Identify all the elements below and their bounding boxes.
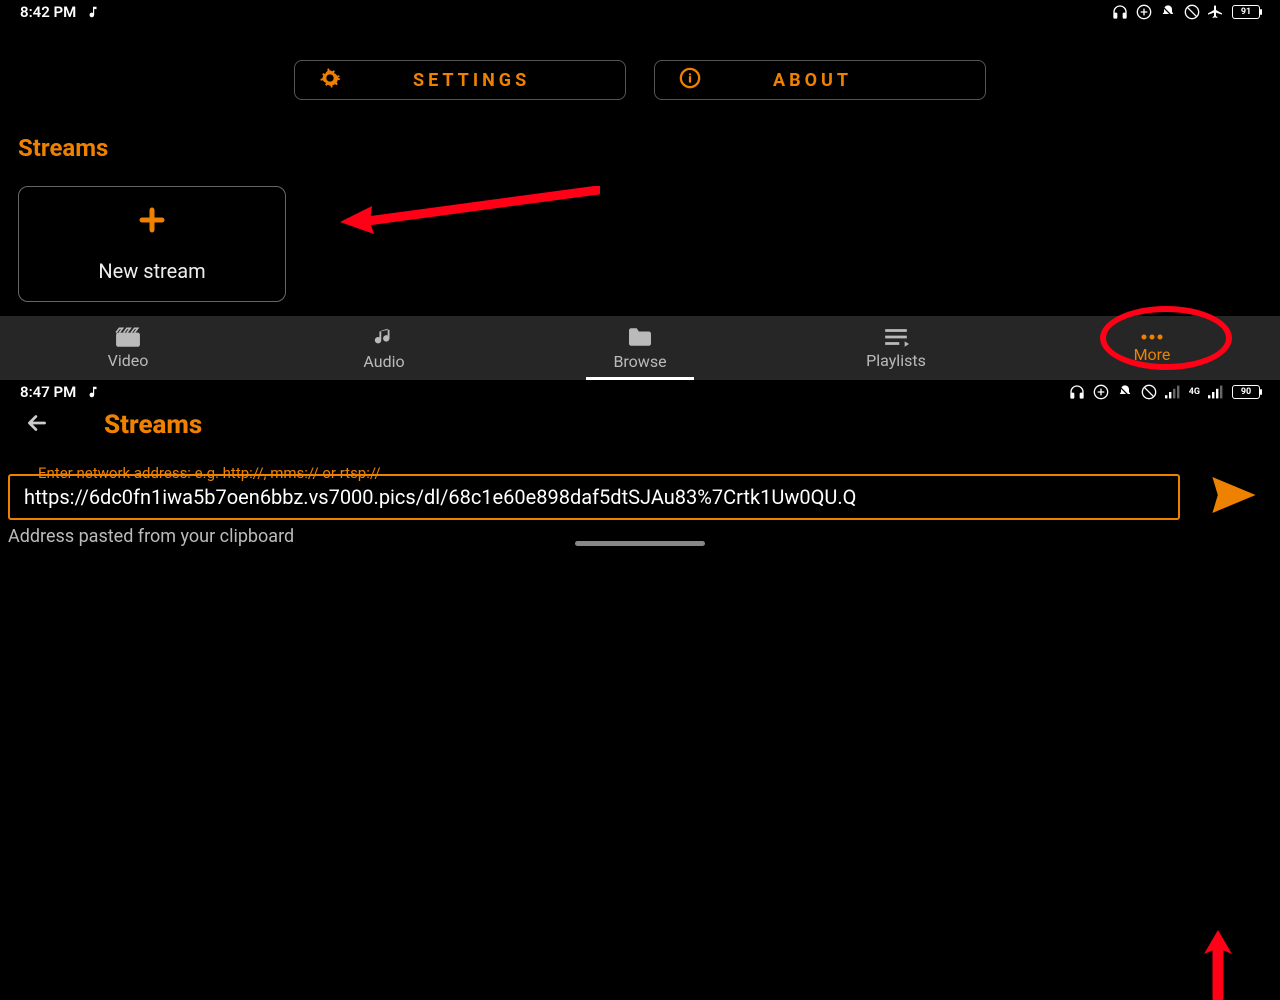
- music-note-icon: [86, 5, 100, 19]
- battery-icon: 91: [1232, 5, 1260, 19]
- annotation-arrow-up: [1200, 930, 1240, 1000]
- signal-icon-2: [1208, 384, 1224, 400]
- music-note-icon: [86, 385, 100, 399]
- playlist-icon: [883, 327, 909, 347]
- gear-icon: [319, 67, 341, 94]
- audio-icon: [373, 326, 395, 348]
- about-button[interactable]: ABOUT: [654, 60, 986, 100]
- 4g-icon: 4G: [1189, 387, 1200, 397]
- page-title: Streams: [104, 410, 202, 440]
- status-bar-2: 8:47 PM 4G 90: [0, 380, 1280, 404]
- headphones-icon: [1069, 384, 1085, 400]
- signal-icon: [1165, 384, 1181, 400]
- new-stream-label: New stream: [98, 259, 205, 283]
- nav-audio[interactable]: Audio: [256, 316, 512, 380]
- settings-button[interactable]: SETTINGS: [294, 60, 626, 100]
- back-button[interactable]: [24, 410, 50, 440]
- screen-stream-input: 8:47 PM 4G 90 Streams Enter network addr…: [0, 380, 1280, 549]
- screen-more: 8:42 PM 91 SETTINGS ABOUT Streams New st…: [0, 0, 1280, 380]
- airplane-icon: [1208, 4, 1224, 20]
- bell-off-icon: [1160, 4, 1176, 20]
- nav-video[interactable]: Video: [0, 316, 256, 380]
- network-address-input[interactable]: https://6dc0fn1iwa5b7oen6bbz.vs7000.pics…: [8, 474, 1180, 520]
- video-icon: [115, 327, 141, 347]
- top-button-row: SETTINGS ABOUT: [0, 24, 1280, 124]
- bottom-nav: Video Audio Browse Playlists More: [0, 316, 1280, 380]
- plus-circle-icon: [1093, 384, 1109, 400]
- input-row: Enter network address: e.g. http://, mms…: [8, 474, 1272, 520]
- about-label: ABOUT: [773, 70, 852, 91]
- annotation-arrow-left: [340, 186, 600, 236]
- nav-playlists[interactable]: Playlists: [768, 316, 1024, 380]
- status-bar: 8:42 PM 91: [0, 0, 1280, 24]
- header: Streams: [0, 404, 1280, 456]
- settings-label: SETTINGS: [413, 70, 530, 91]
- status-time-2: 8:47 PM: [20, 383, 76, 401]
- plus-circle-icon: [1136, 4, 1152, 20]
- folder-icon: [626, 326, 654, 348]
- section-title-streams: Streams: [0, 124, 1280, 172]
- bell-off-icon: [1117, 384, 1133, 400]
- headphones-icon: [1112, 4, 1128, 20]
- no-sign-icon: [1184, 4, 1200, 20]
- annotation-circle: [1100, 306, 1232, 370]
- no-sign-icon: [1141, 384, 1157, 400]
- status-time: 8:42 PM: [20, 3, 76, 21]
- battery-icon-2: 90: [1232, 385, 1260, 399]
- plus-icon: [137, 205, 167, 239]
- new-stream-card[interactable]: New stream: [18, 186, 286, 302]
- info-icon: [679, 67, 701, 94]
- nav-browse[interactable]: Browse: [512, 316, 768, 380]
- send-button[interactable]: [1210, 477, 1258, 517]
- home-indicator: [575, 541, 705, 546]
